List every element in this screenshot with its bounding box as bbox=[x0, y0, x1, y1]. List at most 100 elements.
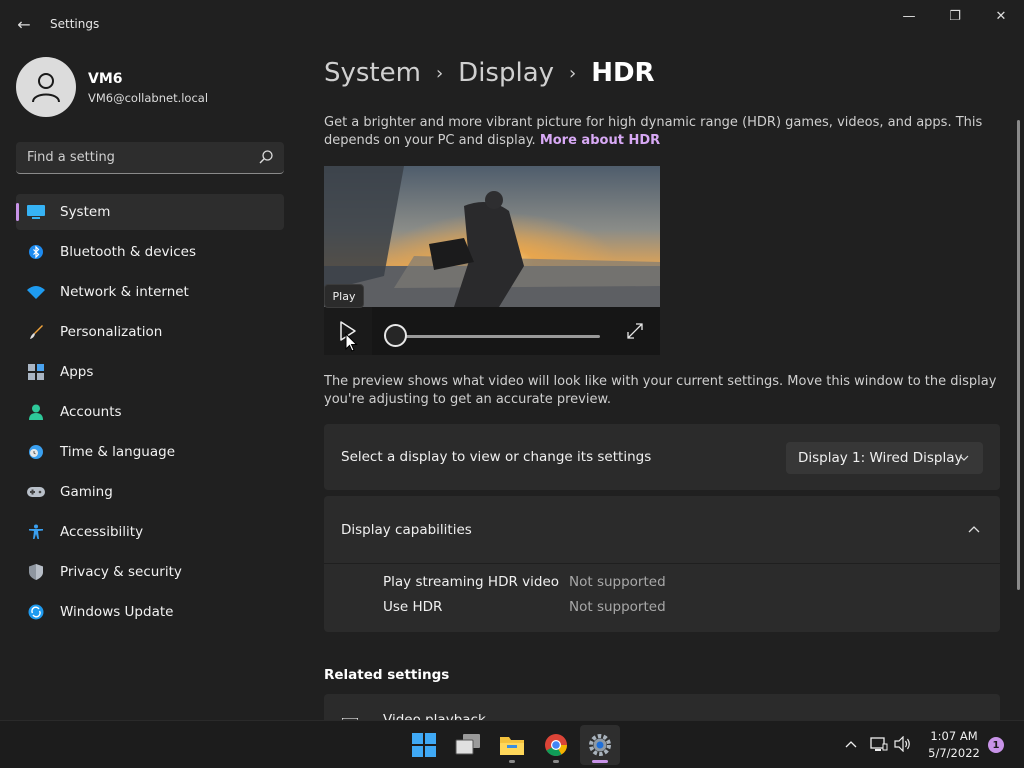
avatar[interactable] bbox=[16, 57, 76, 117]
gamepad-icon bbox=[27, 483, 45, 501]
chrome-button[interactable] bbox=[536, 725, 576, 765]
sidebar-item-label: Windows Update bbox=[60, 604, 174, 620]
breadcrumb-display[interactable]: Display bbox=[458, 58, 554, 88]
sidebar-item-windows-update[interactable]: Windows Update bbox=[16, 594, 284, 630]
taskbar: 1:07 AM 5/7/2022 1 bbox=[0, 720, 1024, 768]
task-view-button[interactable] bbox=[448, 725, 488, 765]
display-capabilities-header[interactable]: Display capabilities bbox=[324, 496, 1000, 564]
related-settings-heading: Related settings bbox=[324, 667, 450, 683]
start-button[interactable] bbox=[404, 725, 444, 765]
sidebar: VM6 VM6@collabnet.local System Bluetooth… bbox=[0, 48, 300, 720]
volume-tray-button[interactable] bbox=[894, 735, 912, 753]
sidebar-item-network[interactable]: Network & internet bbox=[16, 274, 284, 310]
chevron-up-icon[interactable] bbox=[968, 524, 980, 536]
back-arrow-icon: ← bbox=[17, 14, 31, 34]
settings-icon bbox=[589, 734, 611, 756]
user-name: VM6 bbox=[88, 71, 123, 87]
running-indicator bbox=[509, 760, 515, 763]
display-dropdown-value: Display 1: Wired Display bbox=[798, 450, 963, 466]
sidebar-item-label: System bbox=[60, 204, 111, 220]
display-select-label: Select a display to view or change its s… bbox=[341, 449, 652, 465]
show-hidden-icons-button[interactable] bbox=[842, 735, 860, 753]
main-content: System › Display › HDR Get a brighter an… bbox=[300, 48, 1024, 720]
system-icon bbox=[27, 203, 45, 221]
fullscreen-icon[interactable] bbox=[626, 322, 644, 340]
sidebar-item-system[interactable]: System bbox=[16, 194, 284, 230]
controls-backdrop bbox=[372, 307, 660, 355]
sidebar-item-accounts[interactable]: Accounts bbox=[16, 394, 284, 430]
settings-taskbar-button[interactable] bbox=[580, 725, 620, 765]
search-box[interactable] bbox=[16, 142, 284, 174]
sidebar-item-accessibility[interactable]: Accessibility bbox=[16, 514, 284, 550]
capability-value: Not supported bbox=[569, 599, 666, 615]
close-button[interactable]: ✕ bbox=[978, 0, 1024, 32]
file-explorer-icon bbox=[500, 737, 524, 755]
active-app-indicator bbox=[592, 760, 608, 763]
video-playback-card[interactable]: Video playback bbox=[324, 694, 1000, 720]
play-tooltip: Play bbox=[324, 284, 364, 308]
bluetooth-icon bbox=[27, 243, 45, 261]
nav-list: System Bluetooth & devices Network & int… bbox=[16, 194, 284, 634]
running-indicator bbox=[553, 760, 559, 763]
chevron-up-icon bbox=[845, 741, 857, 748]
taskbar-date[interactable]: 5/7/2022 bbox=[920, 746, 988, 760]
sidebar-item-personalization[interactable]: Personalization bbox=[16, 314, 284, 350]
restore-icon: ❐ bbox=[949, 8, 961, 24]
seek-bar[interactable] bbox=[396, 335, 600, 338]
video-controls bbox=[324, 307, 660, 355]
hdr-video-preview[interactable] bbox=[324, 166, 660, 355]
breadcrumb: System › Display › HDR bbox=[324, 58, 655, 88]
brush-icon bbox=[27, 323, 45, 341]
more-about-hdr-link[interactable]: More about HDR bbox=[540, 133, 660, 148]
page-title: HDR bbox=[591, 58, 655, 88]
accessibility-icon bbox=[27, 523, 45, 541]
update-icon bbox=[27, 603, 45, 621]
video-frame bbox=[324, 166, 660, 307]
clock-globe-icon bbox=[27, 443, 45, 461]
active-indicator bbox=[16, 203, 19, 221]
breadcrumb-separator: › bbox=[569, 62, 577, 84]
title-bar: ← Settings — ❐ ✕ bbox=[0, 0, 1024, 48]
search-input[interactable] bbox=[16, 142, 246, 173]
scrollbar[interactable] bbox=[1017, 120, 1020, 590]
sidebar-item-apps[interactable]: Apps bbox=[16, 354, 284, 390]
sidebar-item-label: Time & language bbox=[60, 444, 176, 460]
notification-badge[interactable]: 1 bbox=[988, 737, 1004, 753]
sidebar-item-label: Network & internet bbox=[60, 284, 189, 300]
close-icon: ✕ bbox=[995, 8, 1007, 24]
maximize-button[interactable]: ❐ bbox=[932, 0, 978, 32]
minimize-button[interactable]: — bbox=[886, 0, 932, 32]
sidebar-item-privacy[interactable]: Privacy & security bbox=[16, 554, 284, 590]
sidebar-item-label: Bluetooth & devices bbox=[60, 244, 197, 260]
sidebar-item-label: Accessibility bbox=[60, 524, 144, 540]
sidebar-item-time-language[interactable]: Time & language bbox=[16, 434, 284, 470]
app-title: Settings bbox=[50, 17, 100, 31]
apps-icon bbox=[27, 363, 45, 381]
volume-icon bbox=[894, 736, 910, 752]
sidebar-item-bluetooth[interactable]: Bluetooth & devices bbox=[16, 234, 284, 270]
wifi-icon bbox=[27, 283, 45, 301]
sidebar-item-label: Apps bbox=[60, 364, 94, 380]
mouse-cursor-icon bbox=[345, 333, 358, 352]
display-dropdown[interactable]: Display 1: Wired Display bbox=[786, 442, 983, 474]
taskbar-time[interactable]: 1:07 AM bbox=[920, 729, 988, 743]
chevron-down-icon bbox=[959, 455, 969, 461]
sidebar-item-gaming[interactable]: Gaming bbox=[16, 474, 284, 510]
shield-icon bbox=[27, 563, 45, 581]
sidebar-item-label: Accounts bbox=[60, 404, 122, 420]
breadcrumb-system[interactable]: System bbox=[324, 58, 421, 88]
preview-note: The preview shows what video will look l… bbox=[324, 374, 997, 407]
file-explorer-button[interactable] bbox=[492, 725, 532, 765]
seek-thumb[interactable] bbox=[384, 324, 407, 347]
display-select-card: Select a display to view or change its s… bbox=[324, 424, 1000, 490]
search-icon[interactable] bbox=[258, 149, 274, 165]
breadcrumb-separator: › bbox=[435, 62, 444, 84]
video-playback-label: Video playback bbox=[383, 712, 486, 720]
user-email: VM6@collabnet.local bbox=[88, 91, 209, 105]
sidebar-item-label: Privacy & security bbox=[60, 564, 182, 580]
back-button[interactable]: ← bbox=[10, 10, 38, 38]
network-tray-button[interactable] bbox=[870, 735, 888, 753]
capability-label: Play streaming HDR video bbox=[383, 574, 560, 590]
start-icon bbox=[412, 733, 436, 757]
display-capabilities-card: Display capabilities Play streaming HDR … bbox=[324, 496, 1000, 632]
